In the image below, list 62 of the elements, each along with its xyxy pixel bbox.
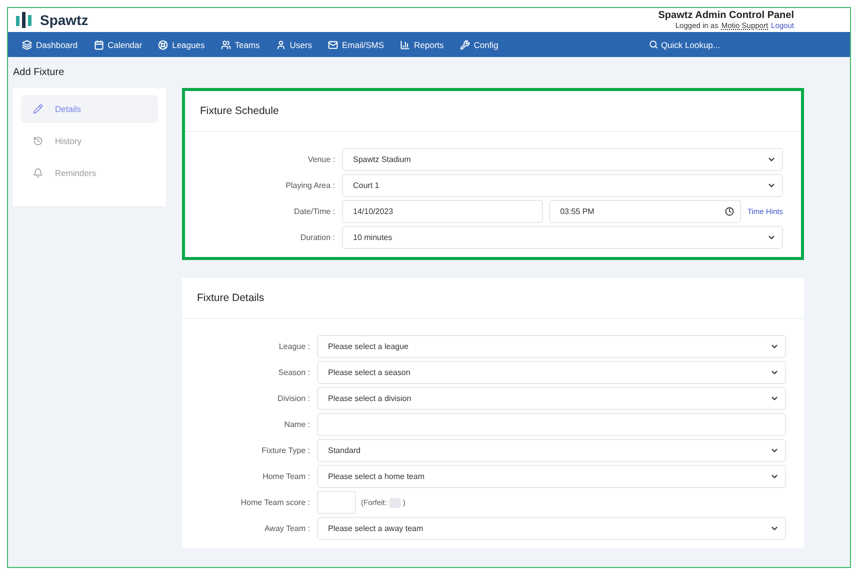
panel-title: Spawtz Admin Control Panel [658, 10, 794, 21]
bell-icon [33, 168, 43, 178]
card-title: Fixture Details [197, 292, 264, 304]
wrench-icon [460, 40, 470, 50]
card-title: Fixture Schedule [200, 105, 279, 117]
field-label: Date/Time : [292, 207, 335, 216]
logo-text: Spawtz [40, 12, 88, 28]
score-field[interactable] [317, 491, 356, 514]
chevron-down-icon [770, 446, 779, 455]
select-field[interactable]: Please select a division [317, 387, 786, 410]
chevron-down-icon [770, 368, 779, 377]
layers-icon [22, 40, 32, 50]
chevron-down-icon [770, 342, 779, 351]
nav-item[interactable]: Email/SMS [328, 40, 384, 50]
select-field[interactable]: Please select a league [317, 335, 786, 358]
chevron-down-icon [770, 524, 779, 533]
nav-item[interactable]: Teams [220, 40, 260, 50]
field-label: Home Team score : [240, 498, 310, 507]
search-icon [648, 40, 658, 49]
history-icon [33, 136, 43, 146]
field-label: Fixture Type : [260, 446, 310, 455]
time-field[interactable]: 03:55 PM [549, 200, 742, 223]
mail-icon [328, 40, 338, 50]
field-label: Home Team : [262, 472, 310, 481]
input-field[interactable] [317, 413, 786, 436]
users-icon [220, 40, 231, 50]
nav-item[interactable]: Config [460, 40, 498, 50]
nav-item[interactable]: Reports [400, 40, 444, 50]
select-field[interactable]: Please select a away team [317, 517, 786, 540]
nav-item[interactable]: Calendar [94, 40, 142, 50]
chevron-down-icon [770, 472, 779, 481]
chevron-down-icon [770, 394, 779, 403]
select-field[interactable]: Spawtz Stadium [342, 148, 783, 171]
page-title: Add Fixture [13, 67, 64, 78]
nav-item[interactable]: Dashboard [22, 40, 78, 50]
select-field[interactable]: Please select a season [317, 361, 786, 384]
bar-chart-icon [400, 40, 410, 50]
nav-item[interactable]: Leagues [158, 40, 205, 50]
quick-lookup[interactable]: Quick Lookup... [648, 40, 720, 50]
field-label: Division : [276, 394, 310, 403]
select-field[interactable]: 10 minutes [342, 226, 783, 249]
select-field[interactable]: Please select a home team [317, 465, 786, 488]
select-field[interactable]: Standard [317, 439, 786, 462]
clock-icon [725, 207, 734, 216]
logo-icon [16, 12, 34, 28]
field-label: Venue : [306, 155, 335, 164]
field-label: Duration : [299, 233, 335, 242]
calendar-icon [94, 40, 104, 50]
lifebuoy-icon [158, 40, 168, 50]
nav-item[interactable]: Users [276, 40, 312, 50]
chevron-down-icon [767, 155, 776, 164]
field-label: League : [278, 342, 310, 351]
select-field[interactable]: Court 1 [342, 174, 783, 197]
chevron-down-icon [767, 233, 776, 242]
chevron-down-icon [767, 181, 776, 190]
field-label: Name : [283, 420, 310, 429]
pencil-icon [33, 104, 43, 114]
date-field[interactable]: 14/10/2023 [342, 200, 544, 223]
field-label: Season : [277, 368, 310, 377]
user-icon [276, 40, 286, 50]
field-label: Playing Area : [284, 181, 335, 190]
field-label: Away Team : [263, 524, 310, 533]
